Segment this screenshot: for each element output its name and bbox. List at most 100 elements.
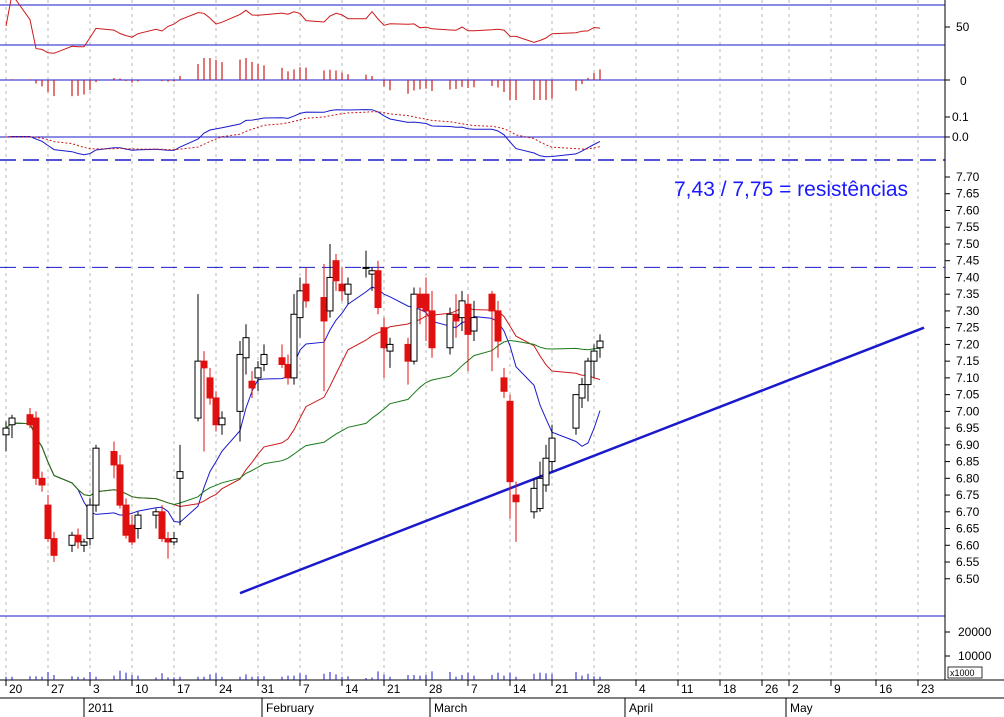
time-tick-label: 31: [261, 682, 275, 696]
price-tick-label: 7.50: [956, 237, 980, 251]
time-tick-label: 4: [639, 682, 646, 696]
candle-body: [128, 524, 136, 543]
price-tick-label: 7.20: [956, 337, 980, 351]
candle-body: [584, 360, 592, 386]
time-tick-label: 7: [471, 682, 478, 696]
time-tick-label: 2: [792, 682, 799, 696]
time-tick-label: 16: [879, 682, 893, 696]
volume-tick-label: 10000: [958, 649, 992, 663]
candle-body: [164, 538, 172, 543]
candle-body: [32, 417, 40, 479]
candle-body: [218, 417, 226, 426]
macd-tick-label: 0.0: [952, 130, 969, 144]
volume-panel: [5, 670, 601, 680]
candle-body: [488, 293, 496, 312]
price-tick-label: 6.80: [956, 471, 980, 485]
candle-body: [590, 350, 598, 362]
candle-body: [284, 363, 292, 379]
axis-labels: 20 27 3 10 17 24 31 7 14 21 28 7 14 21 28 4 11 18 26 2 9 16 23…: [5, 20, 992, 717]
candle-body: [8, 417, 16, 426]
candle-body: [452, 313, 460, 322]
candle-body: [242, 337, 250, 359]
candle-body: [26, 414, 34, 426]
price-tick-label: 6.65: [956, 522, 980, 536]
time-tick-label: 14: [345, 682, 359, 696]
momentum-tick-label: 0: [960, 74, 967, 88]
candle-body: [428, 310, 436, 349]
volume-unit-label: x1000: [950, 668, 975, 678]
candle-body: [320, 297, 328, 322]
candle-body: [464, 303, 472, 335]
candle-body: [326, 276, 334, 312]
candle-body: [194, 360, 202, 419]
volume-tick-label: 20000: [958, 625, 992, 639]
candle-body: [116, 464, 124, 506]
candle-body: [404, 343, 412, 362]
candle-body: [2, 427, 10, 436]
candle-body: [68, 534, 76, 546]
price-tick-label: 6.60: [956, 538, 980, 552]
candle-body: [170, 538, 178, 543]
candle-body: [458, 300, 466, 319]
panel-frames: [0, 0, 1004, 699]
price-tick-label: 7.45: [956, 254, 980, 268]
grid-lines: [5, 0, 919, 680]
candle-body: [446, 313, 454, 349]
price-tick-label: 7.55: [956, 220, 980, 234]
candle-body: [110, 451, 118, 466]
candle-body: [494, 310, 502, 342]
time-tick-label: 11: [681, 682, 694, 696]
momentum-panel: [11, 58, 601, 100]
price-tick-label: 6.85: [956, 455, 980, 469]
candle-body: [332, 260, 340, 282]
candle-body: [302, 283, 310, 302]
price-tick-label: 7.00: [956, 404, 980, 418]
candle-body: [506, 400, 514, 483]
month-label: February: [266, 701, 314, 715]
candle-body: [380, 327, 388, 349]
candle-body: [206, 377, 214, 399]
price-tick-label: 6.70: [956, 505, 980, 519]
candle-body: [74, 534, 82, 543]
candle-body: [290, 313, 298, 379]
candle-body: [50, 538, 58, 556]
candle-body: [596, 340, 604, 349]
price-tick-label: 7.30: [956, 304, 980, 318]
candle-body: [512, 494, 520, 503]
rsi-tick-label: 50: [956, 20, 970, 34]
candle-body: [278, 357, 286, 365]
candle-body: [422, 293, 430, 312]
candle-body: [572, 394, 580, 429]
price-tick-label: 7.25: [956, 321, 980, 335]
time-tick-label: 24: [219, 682, 233, 696]
price-tick-label: 6.50: [956, 572, 980, 586]
time-tick-label: 27: [51, 682, 65, 696]
candle-body: [260, 353, 268, 365]
candle-body: [338, 283, 346, 292]
candle-body: [134, 514, 142, 530]
time-tick-label: 20: [9, 682, 23, 696]
time-tick-label: 3: [93, 682, 100, 696]
candle-body: [80, 541, 88, 546]
time-tick-label: 10: [135, 682, 149, 696]
candle-body: [92, 447, 100, 506]
candle-body: [362, 266, 370, 269]
support-trendline: [239, 326, 925, 595]
candle-body: [530, 487, 538, 513]
price-tick-label: 7.05: [956, 388, 980, 402]
candle-body: [236, 353, 244, 412]
price-tick-label: 7.65: [956, 187, 980, 201]
candle-body: [44, 504, 52, 540]
candle-body: [248, 380, 256, 389]
month-label: 2011: [88, 701, 114, 715]
time-tick-label: 21: [387, 682, 401, 696]
price-tick-label: 7.60: [956, 203, 980, 217]
time-tick-label: 28: [597, 682, 611, 696]
macd-line: [5, 109, 601, 158]
candle-body: [410, 293, 418, 362]
macd-panel: [5, 109, 601, 158]
price-tick-label: 6.95: [956, 421, 980, 435]
time-tick-label: 18: [723, 682, 737, 696]
candle-body: [368, 270, 376, 275]
candle-body: [416, 293, 424, 309]
